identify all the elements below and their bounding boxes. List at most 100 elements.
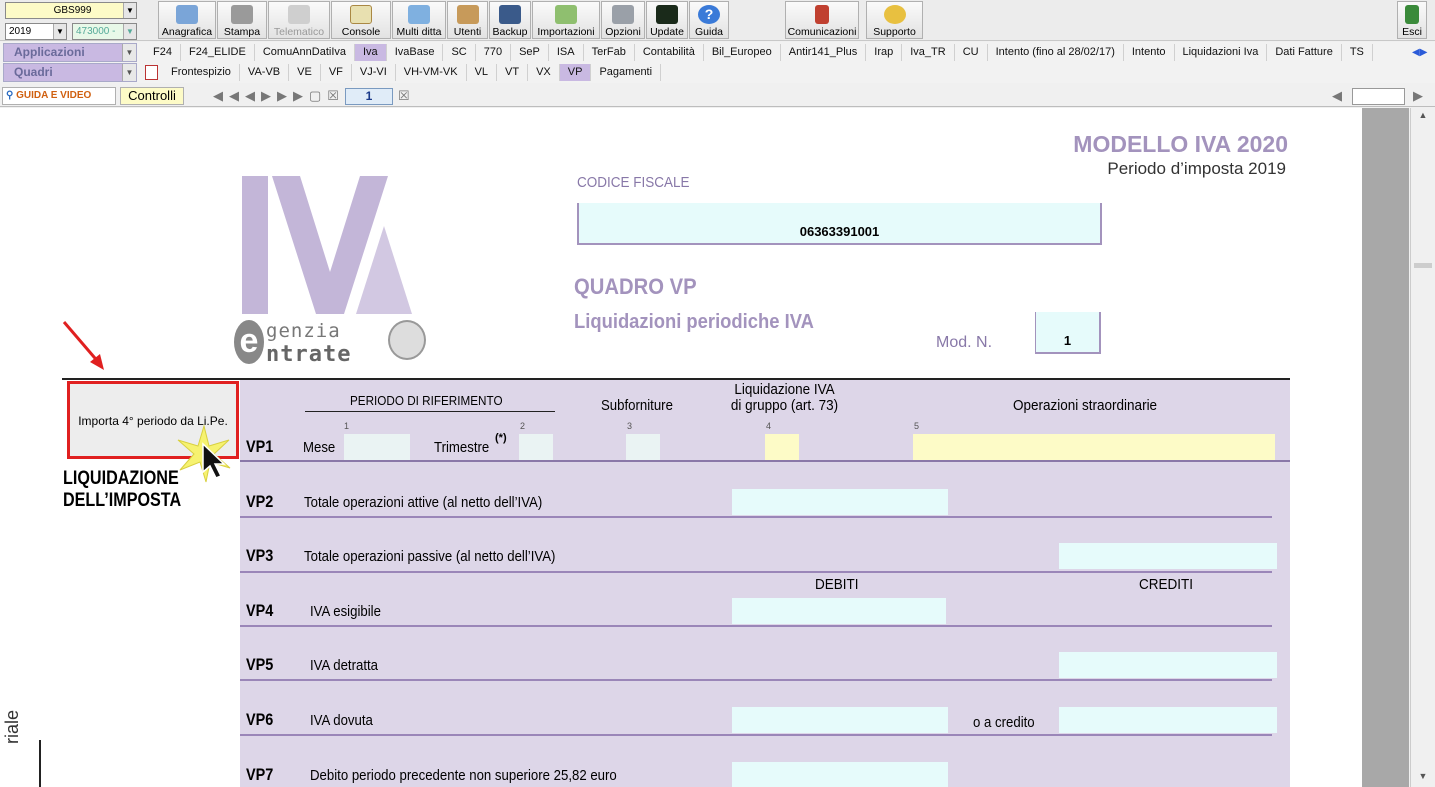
chevron-down-icon[interactable]: ▼	[122, 64, 136, 81]
vertical-scrollbar[interactable]: ▲ ▼	[1410, 108, 1435, 787]
app-tabs: F24 F24_ELIDE ComuAnnDatiIva Iva IvaBase SC 77…	[145, 44, 1373, 61]
anagrafica-button[interactable]: Anagrafica	[158, 1, 216, 39]
tab-terfab[interactable]: TerFab	[584, 44, 635, 61]
prev-page-icon[interactable]: ◀	[245, 88, 261, 103]
quadri-row: Quadri ▼ Frontespizio VA-VB VE VF VJ-VI VH-VM-…	[0, 62, 1435, 83]
vp4-field[interactable]	[732, 598, 946, 624]
tab-bil-europeo[interactable]: Bil_Europeo	[704, 44, 781, 61]
vp7-field[interactable]	[732, 762, 948, 787]
vp3-divider	[240, 571, 1272, 573]
code-select[interactable]: 473000 - ▼	[72, 23, 137, 40]
vp2-field[interactable]	[732, 489, 948, 515]
tab-f24[interactable]: F24	[145, 44, 181, 61]
hdr-liq-line1: Liquidazione IVA	[734, 381, 835, 398]
tab-iva[interactable]: Iva	[355, 44, 387, 61]
vp6-credit-label: o a credito	[973, 714, 1035, 731]
company-select[interactable]: GBS999 ▼	[5, 2, 137, 19]
utenti-label: Utenti	[453, 26, 482, 38]
first-page-icon[interactable]: ◀◀	[213, 88, 245, 103]
tab-intento-2017[interactable]: Intento (fino al 28/02/17)	[988, 44, 1124, 61]
anagrafica-label: Anagrafica	[161, 26, 213, 38]
tab-vj-vi[interactable]: VJ-VI	[352, 64, 396, 81]
last-page-icon[interactable]: ▶▶	[277, 88, 309, 103]
tab-vf[interactable]: VF	[321, 64, 352, 81]
tab-scroll-arrows[interactable]: ◀▶	[1412, 44, 1435, 61]
vp6-credit-field[interactable]	[1059, 707, 1277, 733]
quadro-title: QUADRO VP	[574, 274, 697, 299]
tab-ve[interactable]: VE	[289, 64, 321, 81]
vp1-liquidazione-gruppo-field[interactable]	[765, 434, 799, 460]
tab-isa[interactable]: ISA	[549, 44, 584, 61]
vp1-operazioni-straordinarie-field[interactable]	[913, 434, 1275, 460]
quadri-select[interactable]: Quadri ▼	[3, 63, 137, 82]
tab-cu[interactable]: CU	[955, 44, 988, 61]
codice-fiscale-field[interactable]: 06363391001	[577, 203, 1102, 245]
vp1-star-note: (*)	[495, 432, 507, 444]
tab-sc[interactable]: SC	[443, 44, 476, 61]
scroll-left-icon[interactable]: ◀	[1332, 87, 1342, 105]
comunicazioni-button[interactable]: Comunicazioni	[785, 1, 859, 39]
delete-page-icon[interactable]: ☒	[327, 88, 345, 103]
tab-vh-vm-vk[interactable]: VH-VM-VK	[396, 64, 467, 81]
vp3-field[interactable]	[1059, 543, 1277, 569]
tab-iva-tr[interactable]: Iva_TR	[902, 44, 955, 61]
tab-dati-fatture[interactable]: Dati Fatture	[1267, 44, 1342, 61]
utenti-button[interactable]: Utenti	[447, 1, 488, 39]
close-page-icon[interactable]: ☒	[398, 87, 410, 105]
year-select[interactable]: 2019 ▼	[5, 23, 67, 40]
scroll-right-icon[interactable]: ▶	[1413, 87, 1423, 105]
mod-number-field[interactable]: 1	[1035, 312, 1101, 354]
applicazioni-select[interactable]: Applicazioni ▼	[3, 43, 137, 62]
next-page-icon[interactable]: ▶	[261, 88, 277, 103]
tab-ts[interactable]: TS	[1342, 44, 1373, 61]
tab-intento[interactable]: Intento	[1124, 44, 1175, 61]
exit-button[interactable]: Esci	[1397, 1, 1427, 39]
chevron-down-icon[interactable]: ▼	[123, 24, 136, 39]
backup-button[interactable]: Backup	[489, 1, 531, 39]
opzioni-button[interactable]: Opzioni	[601, 1, 645, 39]
tab-sep[interactable]: SeP	[511, 44, 549, 61]
vp1-trimestre-field[interactable]	[519, 434, 553, 460]
vp1-mese-field[interactable]	[344, 434, 410, 460]
tab-f24-elide[interactable]: F24_ELIDE	[181, 44, 255, 61]
console-button[interactable]: Console	[331, 1, 391, 39]
tab-contabilita[interactable]: Contabilità	[635, 44, 704, 61]
tab-antir141-plus[interactable]: Antir141_Plus	[781, 44, 867, 61]
tab-vx[interactable]: VX	[528, 64, 560, 81]
telematico-button[interactable]: Telematico	[268, 1, 330, 39]
network-icon	[408, 5, 430, 24]
field-number-1: 1	[344, 421, 350, 431]
chevron-down-icon[interactable]: ▼	[122, 44, 136, 61]
zoom-field[interactable]	[1352, 88, 1405, 105]
tab-vt[interactable]: VT	[497, 64, 529, 81]
tab-pagamenti[interactable]: Pagamenti	[591, 64, 662, 81]
scroll-thumb[interactable]	[1414, 263, 1432, 268]
scroll-up-icon[interactable]: ▲	[1413, 110, 1433, 124]
tab-vp[interactable]: VP	[559, 64, 592, 81]
pdf-icon[interactable]	[145, 65, 158, 80]
tab-ivabase[interactable]: IvaBase	[387, 44, 444, 61]
guide-video-button[interactable]: ⚲ GUIDA E VIDEO	[2, 87, 116, 105]
importazioni-button[interactable]: Importazioni	[532, 1, 600, 39]
vp6-debit-field[interactable]	[732, 707, 948, 733]
update-button[interactable]: Update	[646, 1, 688, 39]
vp5-field[interactable]	[1059, 652, 1277, 678]
scroll-down-icon[interactable]: ▼	[1413, 771, 1433, 785]
tab-irap[interactable]: Irap	[866, 44, 903, 61]
tab-frontespizio[interactable]: Frontespizio	[163, 64, 240, 81]
page-number-field[interactable]: 1	[345, 88, 393, 105]
tab-va-vb[interactable]: VA-VB	[240, 64, 290, 81]
new-page-icon[interactable]: ▢	[309, 88, 327, 103]
tab-770[interactable]: 770	[476, 44, 512, 61]
controlli-button[interactable]: Controlli	[120, 87, 184, 105]
chevron-down-icon[interactable]: ▼	[123, 3, 136, 18]
vp1-subforniture-field[interactable]	[626, 434, 660, 460]
tab-comuanndatiiva[interactable]: ComuAnnDatiIva	[255, 44, 355, 61]
guida-button[interactable]: ? Guida	[689, 1, 729, 39]
supporto-button[interactable]: Supporto	[866, 1, 923, 39]
tab-liquidazioni-iva[interactable]: Liquidazioni Iva	[1175, 44, 1268, 61]
tab-vl[interactable]: VL	[467, 64, 498, 81]
stampa-button[interactable]: Stampa	[217, 1, 267, 39]
chevron-down-icon[interactable]: ▼	[53, 24, 66, 39]
multi-ditta-button[interactable]: Multi ditta	[392, 1, 446, 39]
